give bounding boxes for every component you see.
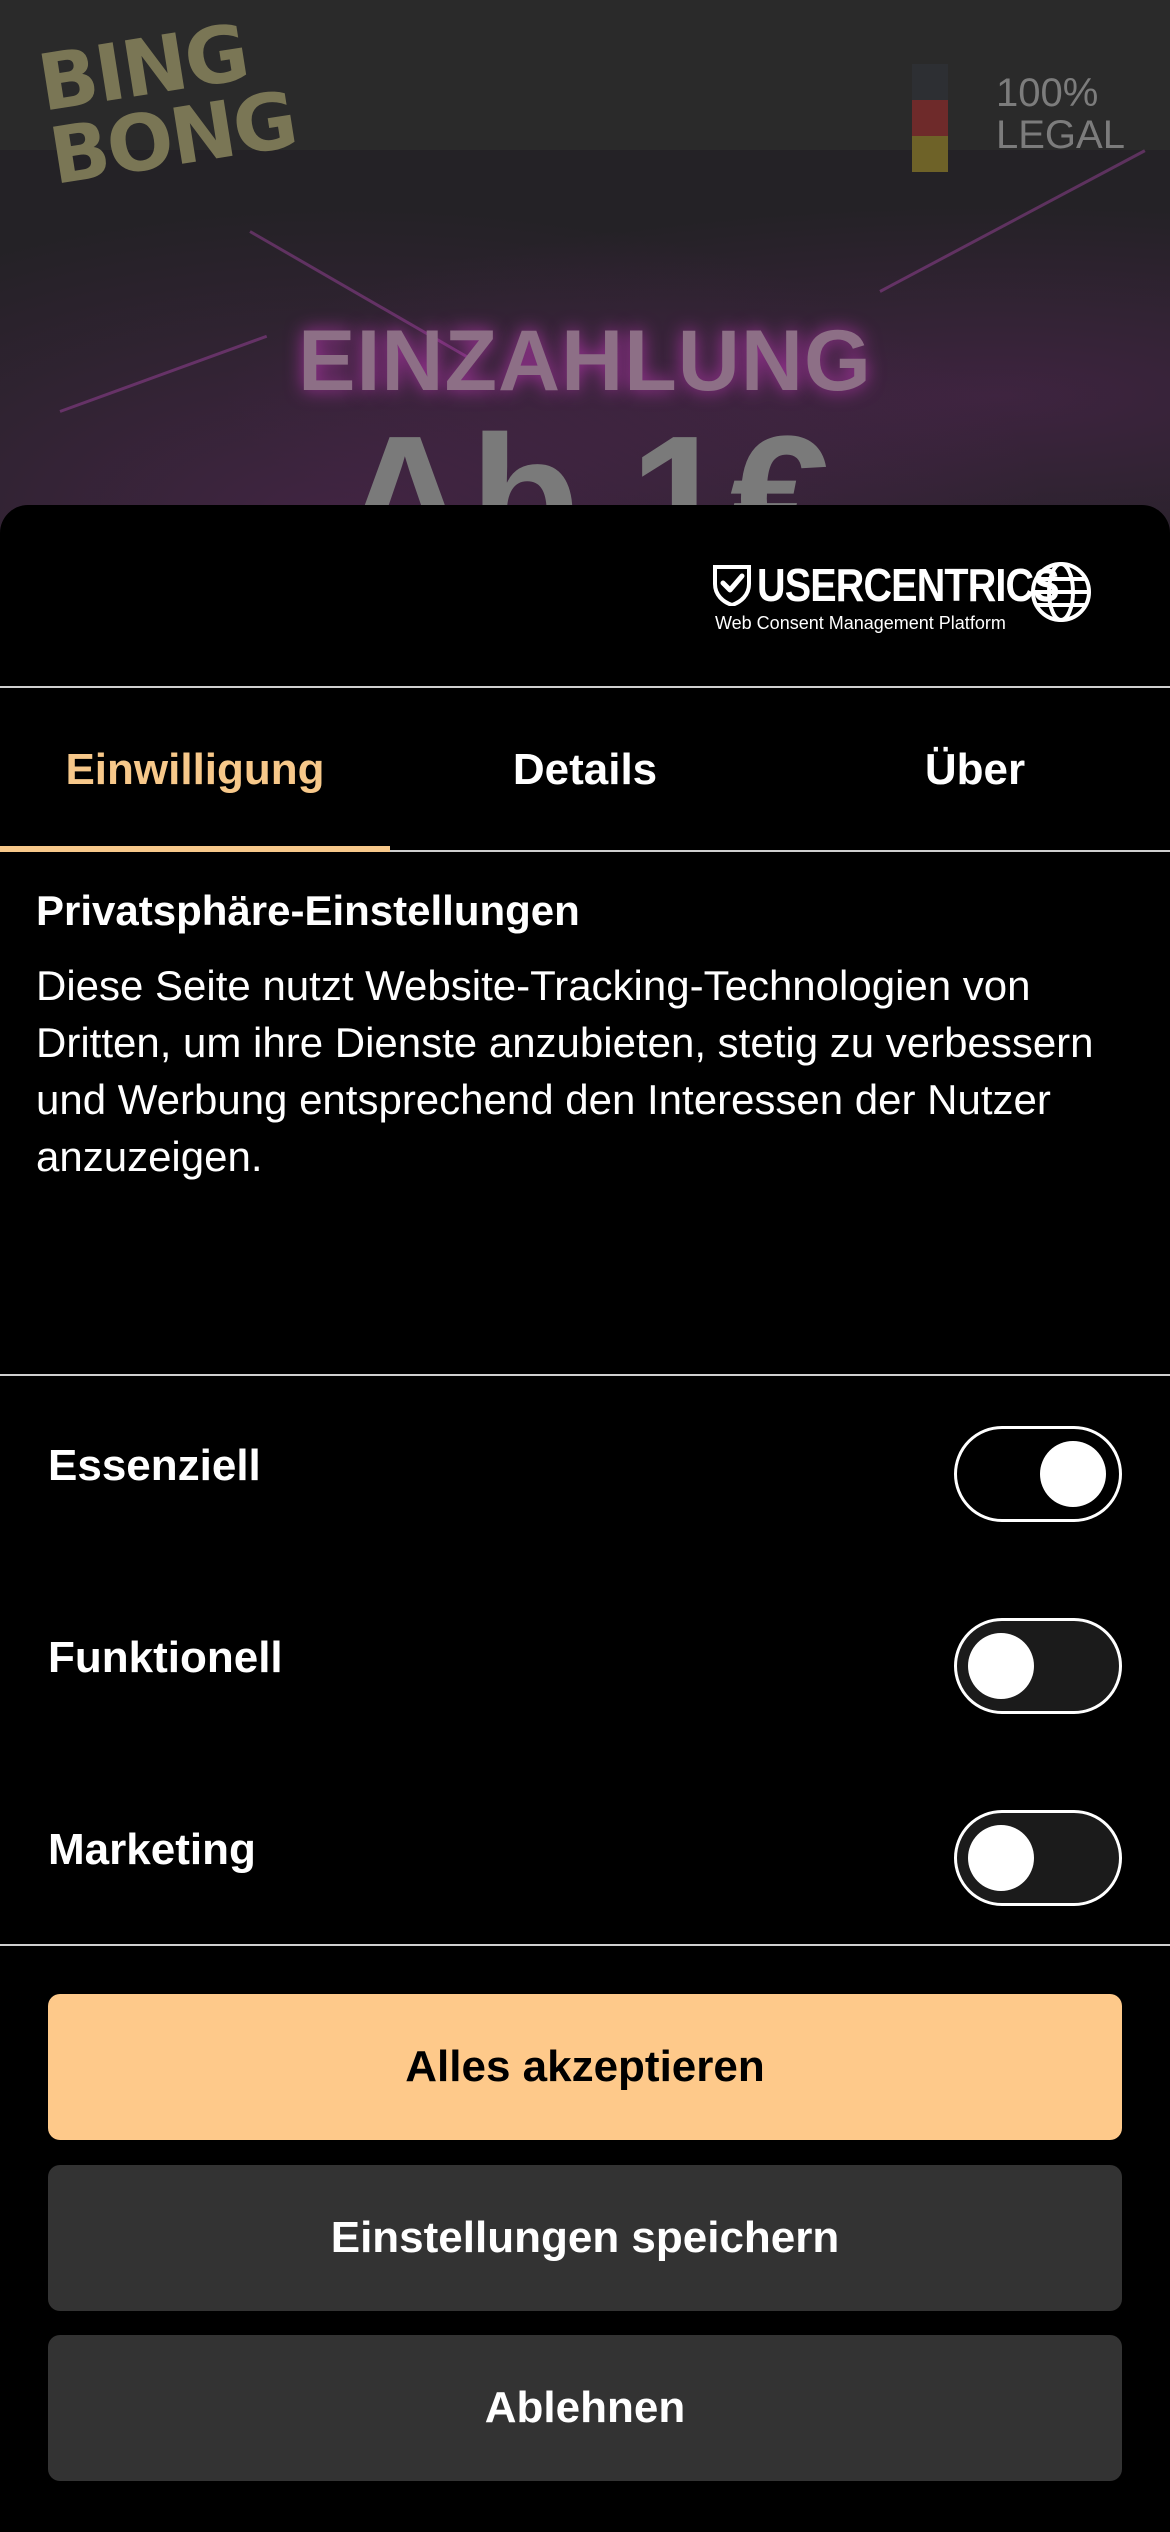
save-settings-button[interactable]: Einstellungen speichern <box>48 2165 1122 2311</box>
privacy-section: Privatsphäre-Einstellungen Diese Seite n… <box>36 885 1136 1185</box>
toggle-knob <box>1040 1441 1106 1507</box>
deny-button[interactable]: Ablehnen <box>48 2335 1122 2481</box>
consent-tabs: Einwilligung Details Über <box>0 690 1170 852</box>
category-row-funktionell: Funktionell <box>0 1598 1170 1718</box>
category-toggles: Essenziell Funktionell Marketing <box>0 1374 1170 1946</box>
category-row-marketing: Marketing <box>0 1790 1170 1910</box>
consent-header: USERCENTRICS Web Consent Management Plat… <box>0 505 1170 688</box>
tab-einwilligung[interactable]: Einwilligung <box>0 690 390 852</box>
category-label: Funktionell <box>48 1633 283 1682</box>
legal-badge: 100% LEGAL <box>996 72 1125 156</box>
germany-flag-icon <box>912 64 948 174</box>
category-label: Marketing <box>48 1825 256 1874</box>
privacy-title: Privatsphäre-Einstellungen <box>36 887 580 934</box>
flag-stripe-gold <box>912 136 948 172</box>
legal-percent: 100% <box>996 71 1099 115</box>
legal-text: LEGAL <box>996 113 1125 157</box>
category-row-essenziell: Essenziell <box>0 1406 1170 1526</box>
marketing-toggle[interactable] <box>954 1810 1122 1906</box>
promo-title: EINZAHLUNG <box>298 313 872 409</box>
flag-stripe-red <box>912 100 948 136</box>
brand-tagline: Web Consent Management Platform <box>715 613 1006 633</box>
toggle-knob <box>968 1633 1034 1699</box>
usercentrics-logo: USERCENTRICS Web Consent Management Plat… <box>713 560 1060 640</box>
shield-check-icon <box>713 565 751 606</box>
consent-sheet: USERCENTRICS Web Consent Management Plat… <box>0 505 1170 2532</box>
accept-all-button[interactable]: Alles akzeptieren <box>48 1994 1122 2140</box>
background-page: BING BONG 100% LEGAL EINZAHLUNG Ab 1€ <box>0 0 1170 560</box>
funktionell-toggle[interactable] <box>954 1618 1122 1714</box>
brand-name: USERCENTRICS <box>757 559 1060 611</box>
flag-stripe-black <box>912 64 948 100</box>
globe-icon[interactable] <box>1030 561 1092 623</box>
privacy-description: Diese Seite nutzt Website-Tracking-Techn… <box>36 962 1094 1180</box>
tab-ueber[interactable]: Über <box>780 690 1170 850</box>
category-label: Essenziell <box>48 1441 261 1490</box>
essenziell-toggle[interactable] <box>954 1426 1122 1522</box>
toggle-knob <box>968 1825 1034 1891</box>
tab-details[interactable]: Details <box>390 690 780 850</box>
